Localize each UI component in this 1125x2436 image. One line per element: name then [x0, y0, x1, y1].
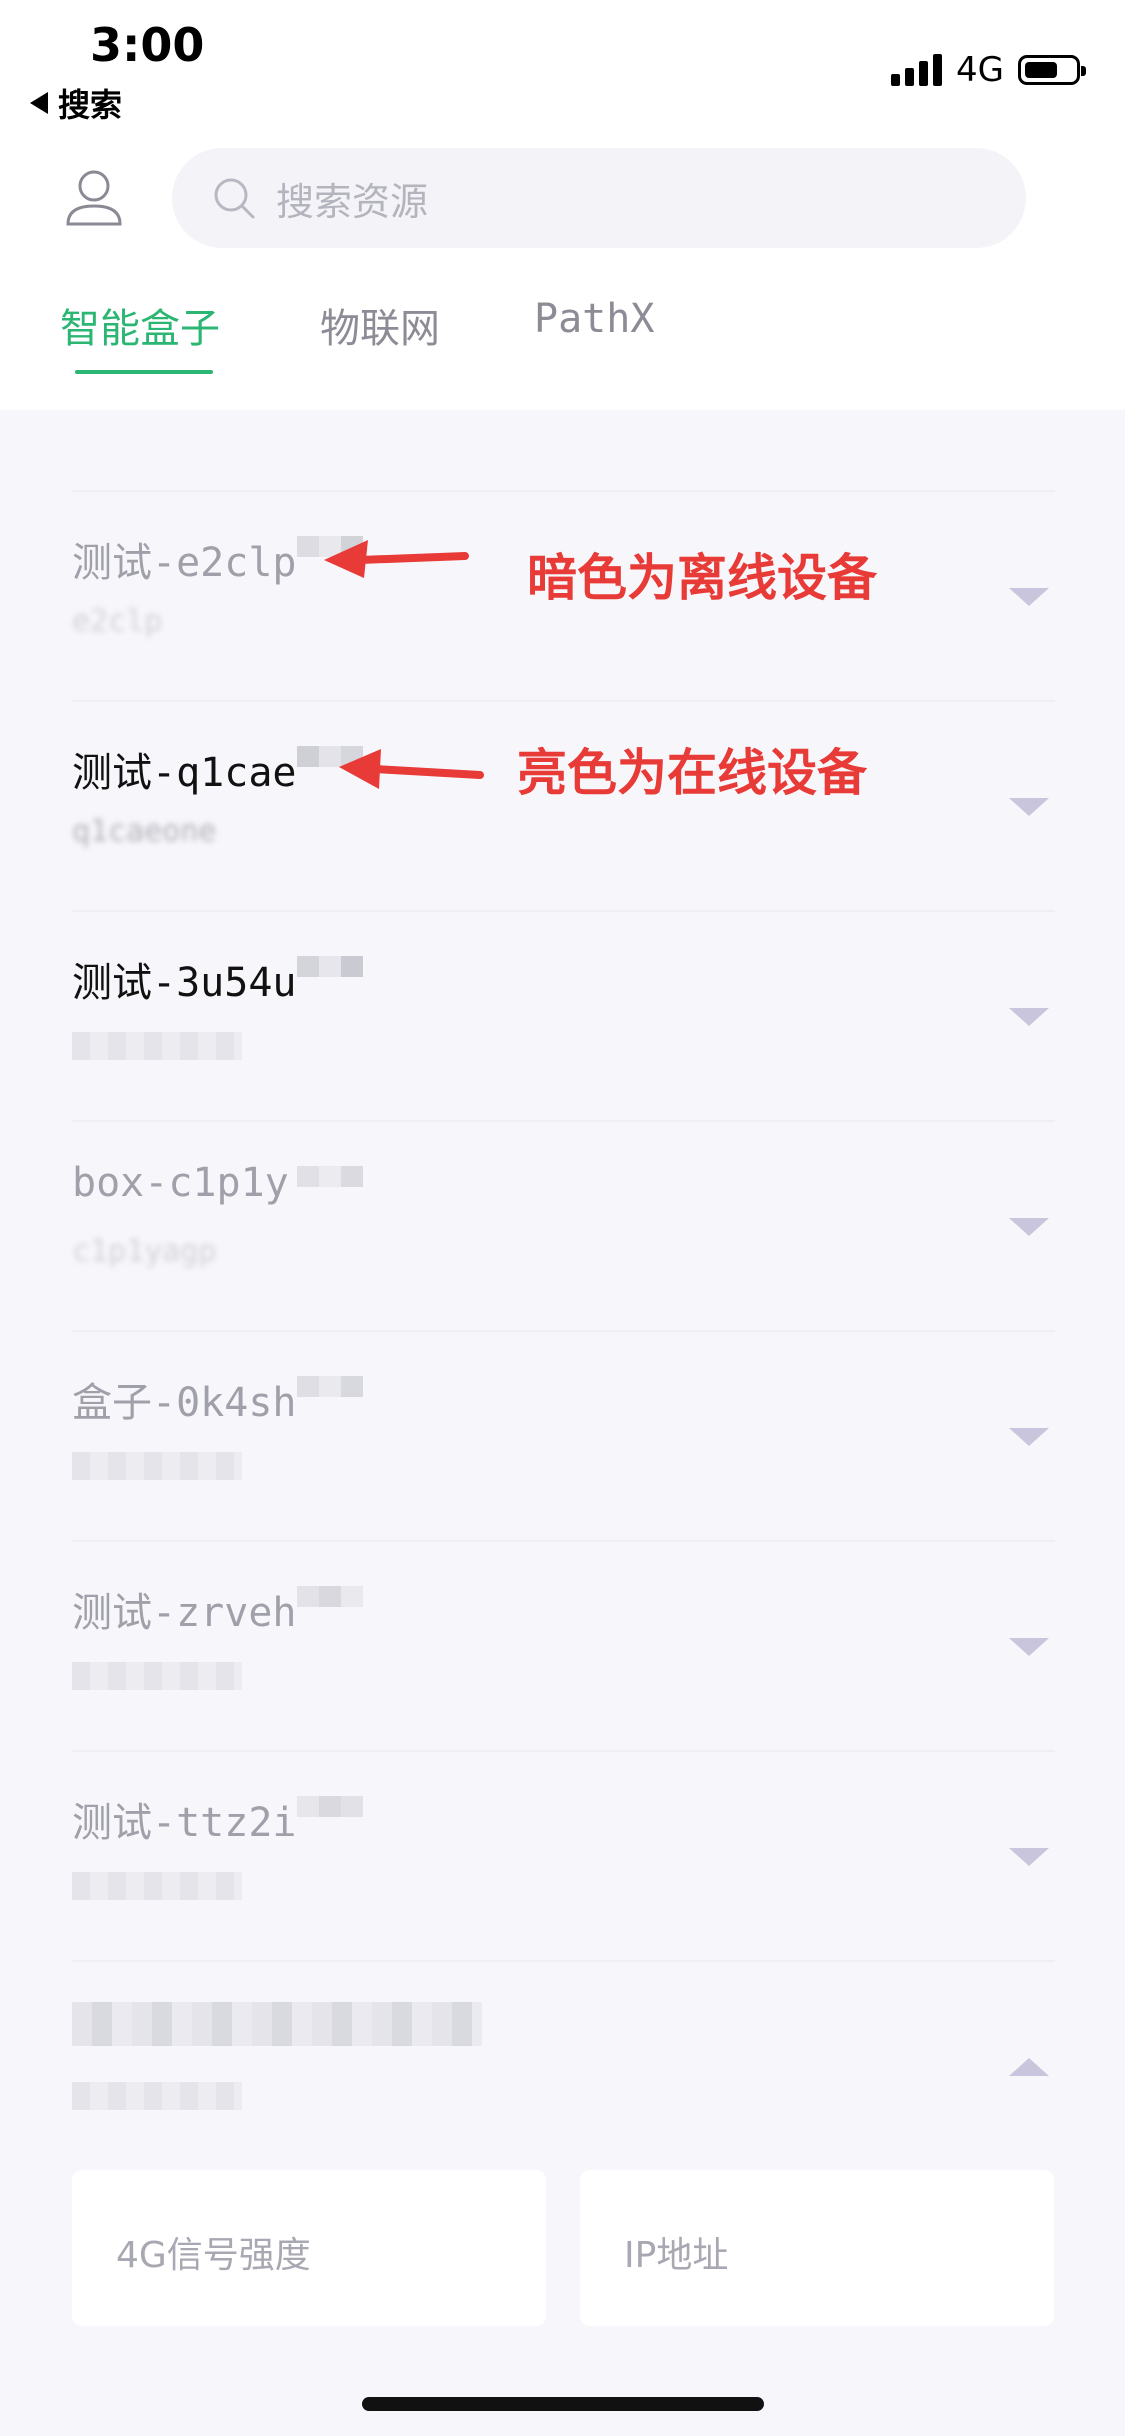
- home-indicator[interactable]: [362, 2397, 764, 2411]
- chevron-down-icon[interactable]: [1009, 588, 1049, 606]
- signal-strength-icon: [891, 54, 943, 86]
- chevron-down-icon[interactable]: [1009, 1218, 1049, 1236]
- search-icon: [214, 178, 255, 219]
- redacted-id: [72, 1662, 242, 1690]
- signal-strength-label: 4G信号强度: [116, 2235, 311, 2276]
- redacted-mosaic: [297, 1166, 363, 1208]
- redacted-mosaic: [297, 1796, 363, 1838]
- device-name: 测试-ttz2i: [72, 1800, 297, 1846]
- back-arrow-icon: [30, 92, 48, 114]
- user-profile-icon[interactable]: [64, 168, 124, 228]
- device-item[interactable]: 盒子-0k4sh: [72, 1330, 1055, 1540]
- annotation-arrow-icon: [324, 540, 469, 578]
- device-item[interactable]: 测试-3u54u: [72, 910, 1055, 1120]
- device-name: 盒子-0k4sh: [72, 1380, 297, 1426]
- network-type: 4G: [956, 50, 1004, 90]
- device-item-expanded[interactable]: [72, 1960, 1055, 2170]
- signal-strength-card: 4G信号强度: [72, 2170, 546, 2326]
- device-name: 测试-e2clp: [72, 540, 297, 586]
- device-item[interactable]: box-c1p1y c1p1yagp: [72, 1120, 1055, 1330]
- redacted-mosaic: [297, 1586, 363, 1628]
- chevron-down-icon[interactable]: [1009, 1428, 1049, 1446]
- battery-icon: [1018, 55, 1086, 85]
- device-id: q1caeone: [72, 814, 217, 849]
- annotation-offline: 暗色为离线设备: [527, 549, 877, 607]
- redacted-id: [72, 1452, 242, 1480]
- back-to-search-button[interactable]: 搜索: [30, 80, 122, 126]
- device-item[interactable]: 测试-ttz2i: [72, 1750, 1055, 1960]
- redacted-name: [72, 2002, 482, 2046]
- ip-address-label: IP地址: [624, 2235, 729, 2276]
- tab-iot[interactable]: 物联网: [320, 296, 440, 354]
- search-bar[interactable]: 搜索资源: [172, 148, 1026, 248]
- search-input[interactable]: 搜索资源: [276, 171, 428, 226]
- redacted-id: [72, 1872, 242, 1900]
- chevron-down-icon[interactable]: [1009, 1008, 1049, 1026]
- device-id: e2clp: [72, 604, 163, 639]
- active-tab-indicator: [75, 370, 213, 374]
- annotation-arrow-icon: [339, 749, 484, 789]
- back-label: 搜索: [58, 86, 123, 124]
- annotation-online: 亮色为在线设备: [517, 744, 867, 802]
- chevron-up-icon[interactable]: [1009, 2058, 1049, 2076]
- redacted-mosaic: [297, 1376, 363, 1418]
- tab-pathx[interactable]: PathX: [534, 296, 654, 342]
- chevron-down-icon[interactable]: [1009, 1848, 1049, 1866]
- device-name: 测试-q1cae: [72, 750, 297, 796]
- redacted-id: [72, 1032, 242, 1060]
- tab-smart-box[interactable]: 智能盒子: [60, 296, 220, 354]
- chevron-down-icon[interactable]: [1009, 1638, 1049, 1656]
- device-name: box-c1p1y: [72, 1160, 289, 1206]
- redacted-id: [72, 2082, 242, 2110]
- redacted-mosaic: [297, 956, 363, 998]
- device-item[interactable]: 测试-zrveh: [72, 1540, 1055, 1750]
- device-item[interactable]: 测试-q1cae q1caeone: [72, 700, 1055, 910]
- ip-address-card: IP地址: [580, 2170, 1054, 2326]
- status-indicators: 4G: [891, 50, 1086, 90]
- chevron-down-icon[interactable]: [1009, 798, 1049, 816]
- device-name: 测试-zrveh: [72, 1590, 297, 1636]
- status-time: 3:00: [90, 18, 205, 72]
- device-id: c1p1yagp: [72, 1234, 217, 1269]
- device-name: 测试-3u54u: [72, 960, 297, 1006]
